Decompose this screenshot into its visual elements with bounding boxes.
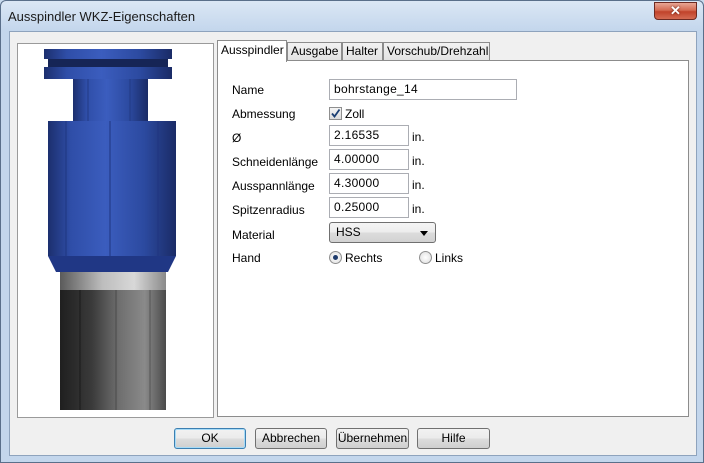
dialog-client-area: Ausspindler Ausgabe Halter Vorschub/Dreh… [9,31,697,456]
tab-vorschub-drehzahl[interactable]: Vorschub/Drehzahl [383,42,490,60]
ausspannlaenge-input[interactable]: 4.30000 [329,173,409,194]
tab-ausgabe[interactable]: Ausgabe [287,42,342,60]
name-input[interactable]: bohrstange_14 [329,79,517,100]
schneidenlaenge-label: Schneidenlänge [232,155,319,169]
checkmark-icon [331,108,341,118]
window-title: Ausspindler WKZ-Eigenschaften [8,9,196,24]
spitzenradius-input[interactable]: 0.25000 [329,197,409,218]
material-select[interactable]: HSS [329,222,436,243]
cancel-button[interactable]: Abbrechen [255,428,327,449]
schneidenlaenge-input[interactable]: 4.00000 [329,149,409,170]
zoll-label: Zoll [345,107,365,121]
abmessung-label: Abmessung [232,107,296,121]
spitzenradius-unit: in. [412,202,425,216]
dialog-window: Ausspindler WKZ-Eigenschaften ✕ Ausspind… [0,0,704,463]
diameter-unit: in. [412,130,425,144]
hand-rechts-label: Rechts [345,251,383,265]
help-button[interactable]: Hilfe [417,428,490,449]
name-label: Name [232,83,265,97]
material-selected-value: HSS [336,225,361,239]
boring-bar-tool-image [18,49,213,417]
zoll-checkbox[interactable] [329,107,342,120]
spitzenradius-label: Spitzenradius [232,203,305,217]
radio-selected-dot-icon [333,255,338,260]
hand-label: Hand [232,251,261,265]
close-button[interactable]: ✕ [654,2,697,20]
hand-links-radio[interactable] [419,251,432,264]
schneidenlaenge-unit: in. [412,154,425,168]
tab-ausspindler[interactable]: Ausspindler [217,40,287,62]
ausspannlaenge-unit: in. [412,178,425,192]
close-icon: ✕ [670,3,681,18]
hand-links-label: Links [435,251,464,265]
apply-button[interactable]: Übernehmen [336,428,409,449]
dropdown-arrow-icon [420,231,428,236]
diameter-label: Ø [232,131,242,145]
tool-preview [17,43,214,418]
ok-button[interactable]: OK [174,428,246,449]
title-bar: Ausspindler WKZ-Eigenschaften ✕ [1,1,703,31]
hand-rechts-radio[interactable] [329,251,342,264]
ausspannlaenge-label: Ausspannlänge [232,179,315,193]
ausspindler-panel: Name bohrstange_14 Abmessung Zoll Ø 2.16… [217,60,689,417]
material-label: Material [232,228,275,242]
tab-halter[interactable]: Halter [342,42,383,60]
diameter-input[interactable]: 2.16535 [329,125,409,146]
